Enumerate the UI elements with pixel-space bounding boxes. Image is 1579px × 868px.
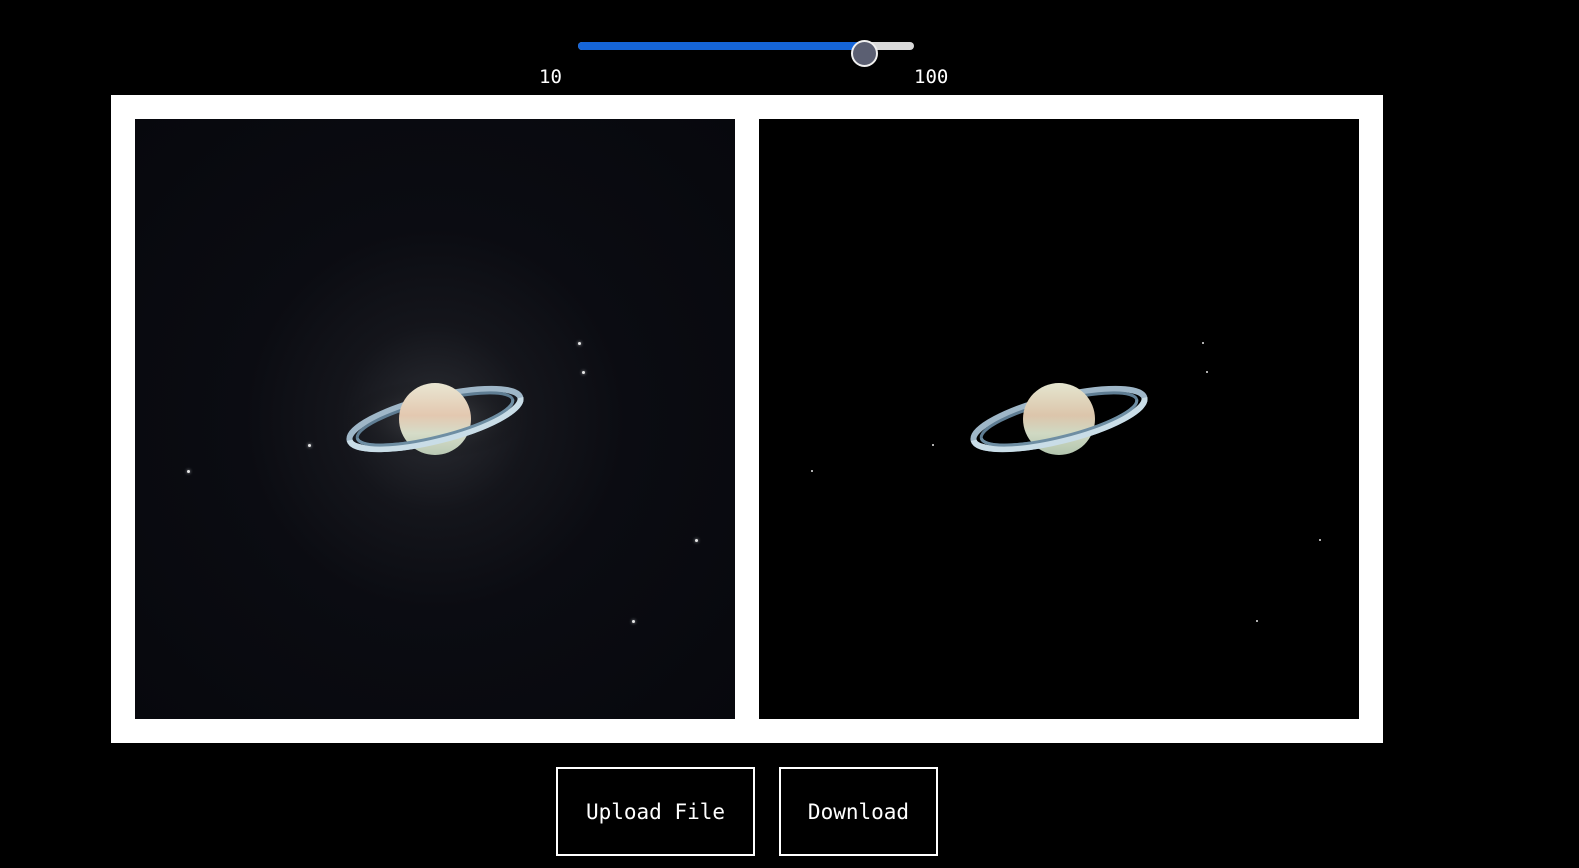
- threshold-slider[interactable]: [578, 34, 914, 67]
- star-icon: [578, 342, 581, 345]
- image-comparison-frame: [111, 95, 1383, 743]
- slider-track[interactable]: [578, 40, 914, 67]
- download-button[interactable]: Download: [779, 767, 938, 856]
- star-icon: [1202, 342, 1204, 344]
- star-icon: [187, 470, 190, 473]
- slider-min-label: 10: [539, 66, 562, 88]
- app-root: 10 100 Upload File Download: [0, 0, 1579, 868]
- original-image-panel: [135, 119, 735, 719]
- star-icon: [811, 470, 813, 472]
- star-icon: [695, 539, 698, 542]
- saturn-icon: [345, 379, 525, 459]
- star-icon: [932, 444, 934, 446]
- star-icon: [1256, 620, 1258, 622]
- star-icon: [1319, 539, 1321, 541]
- processed-image-panel: [759, 119, 1359, 719]
- slider-max-label: 100: [914, 66, 949, 88]
- star-icon: [582, 371, 585, 374]
- slider-thumb[interactable]: [851, 40, 879, 67]
- saturn-icon: [970, 383, 1148, 455]
- star-icon: [632, 620, 635, 623]
- star-icon: [308, 444, 311, 447]
- slider-fill: [578, 42, 866, 50]
- star-icon: [1206, 371, 1208, 373]
- upload-file-button[interactable]: Upload File: [556, 767, 755, 856]
